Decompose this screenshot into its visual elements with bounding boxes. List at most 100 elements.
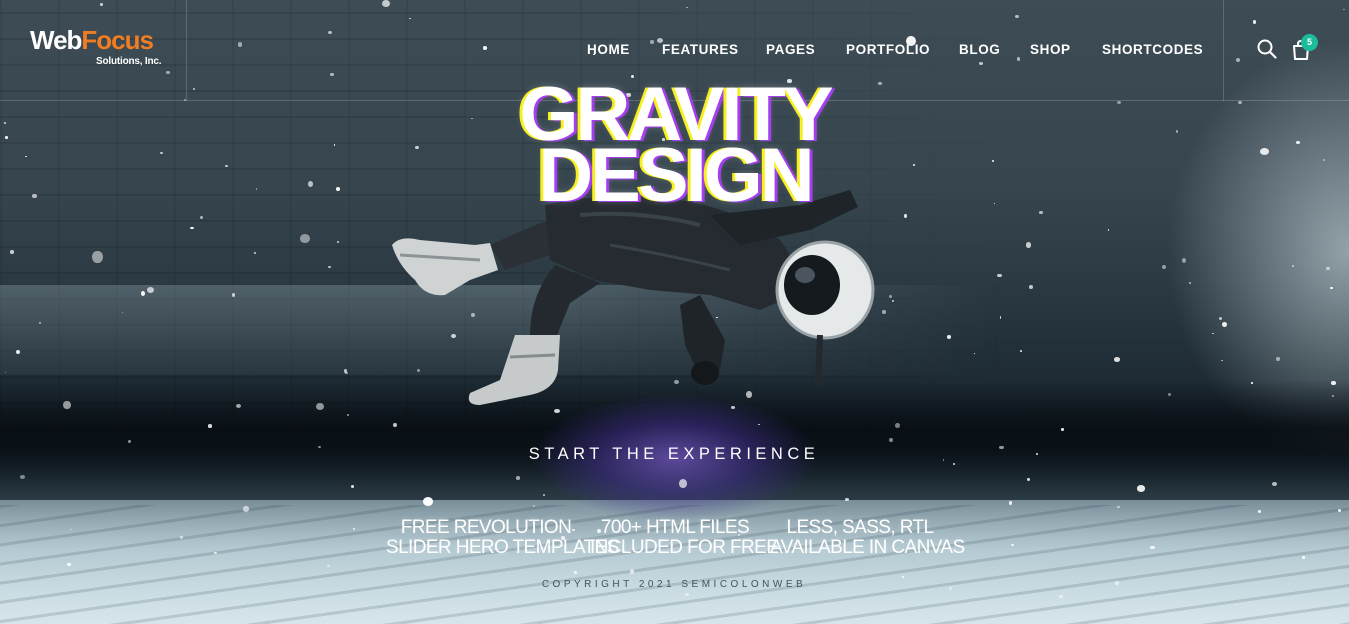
snow-flake: [1059, 594, 1063, 598]
nav-item-blog[interactable]: BLOG: [959, 40, 1030, 60]
snow-flake: [1189, 282, 1191, 284]
snow-flake: [1182, 257, 1187, 263]
snow-flake: [415, 145, 419, 149]
nav-item-home[interactable]: HOME: [587, 40, 662, 60]
snow-flake: [92, 251, 103, 263]
snow-flake: [67, 563, 71, 567]
nav-item-shop[interactable]: SHOP: [1030, 40, 1102, 60]
snow-flake: [1168, 392, 1172, 396]
snow-flake: [845, 498, 850, 502]
snow-flake: [200, 216, 204, 219]
features-row: FREE REVOLUTION SLIDER HERO TEMPLATES 70…: [0, 518, 1349, 563]
hero-title-line2: DESIGN: [538, 133, 814, 218]
snow-flake: [574, 571, 577, 575]
snow-flake: [1220, 359, 1224, 362]
snow-flake: [32, 194, 37, 199]
snow-flake: [351, 485, 354, 489]
snow-flake: [3, 122, 6, 125]
nav-item-pages[interactable]: PAGES: [766, 40, 846, 60]
snow-flake: [141, 290, 146, 296]
snow-flake: [15, 349, 21, 354]
snow-flake: [949, 587, 953, 591]
feature-item: FREE REVOLUTION SLIDER HERO TEMPLATES: [386, 517, 619, 558]
snow-flake: [1272, 481, 1277, 486]
snow-flake: [316, 403, 324, 411]
snow-flake: [1257, 510, 1261, 514]
snow-flake: [318, 445, 322, 449]
snow-flake: [998, 445, 1004, 450]
feature-line1: 700+ HTML FILES: [600, 517, 750, 538]
snow-flake: [423, 497, 434, 506]
snow-flake: [4, 136, 8, 140]
snow-flake: [1325, 267, 1330, 271]
snow-flake: [903, 214, 907, 218]
snow-flake: [1107, 229, 1110, 232]
snow-flake: [912, 163, 916, 166]
astronaut-illustration: [392, 190, 875, 405]
snow-flake: [888, 438, 893, 443]
snow-flake: [1259, 148, 1269, 155]
snow-flake: [327, 564, 330, 568]
snow-flake: [1020, 349, 1023, 352]
snow-flake: [1332, 395, 1334, 397]
brand-logo[interactable]: WebFocus: [30, 25, 154, 55]
snow-flake: [307, 180, 313, 187]
nav-item-features[interactable]: FEATURES: [662, 40, 766, 60]
snow-flake: [1295, 141, 1301, 145]
snow-flake: [1331, 381, 1336, 386]
snow-flake: [190, 226, 194, 230]
snow-flake: [1117, 101, 1121, 105]
logo-text-focus: Focus: [81, 25, 154, 55]
snow-flake: [1212, 332, 1215, 335]
feature-line1: FREE REVOLUTION: [400, 517, 572, 538]
snow-flake: [24, 155, 27, 158]
snow-flake: [973, 352, 976, 355]
nav-item-shortcodes[interactable]: SHORTCODES: [1102, 40, 1212, 60]
snow-flake: [515, 476, 520, 480]
snow-flake: [542, 494, 545, 497]
feature-item: LESS, SASS, RTL AVAILABLE IN CANVAS: [770, 517, 965, 558]
snow-flake: [231, 293, 236, 297]
snow-flake: [1238, 100, 1242, 104]
feature-line1: LESS, SASS, RTL: [786, 517, 935, 538]
snow-flake: [991, 160, 994, 163]
snow-flake: [1338, 509, 1341, 513]
cart-count-badge: 5: [1301, 34, 1318, 51]
snow-flake: [685, 592, 690, 597]
search-button[interactable]: [1256, 38, 1278, 60]
snow-flake: [335, 186, 341, 191]
snow-flake: [1009, 501, 1013, 505]
feature-line2: INCLUDED FOR FREE: [590, 537, 779, 558]
snow-flake: [1026, 477, 1031, 482]
snow-flake: [993, 202, 996, 205]
snow-flake: [1291, 265, 1294, 267]
snow-flake: [1329, 286, 1333, 290]
snow-flake: [679, 479, 688, 488]
snow-flake: [1039, 211, 1043, 214]
snow-flake: [1028, 284, 1033, 290]
search-icon: [1257, 39, 1277, 59]
header-divider: [1223, 0, 1224, 101]
snow-flake: [393, 422, 397, 427]
snow-flake: [207, 424, 213, 428]
snow-flake: [1175, 130, 1179, 133]
logo-tagline: Solutions, Inc.: [96, 56, 162, 67]
logo-container: WebFocus Solutions, Inc.: [0, 0, 187, 101]
snow-flake: [38, 322, 41, 325]
snow-flake: [1276, 357, 1280, 361]
snow-flake: [1323, 158, 1325, 161]
snow-flake: [999, 316, 1002, 319]
snow-flake: [997, 273, 1002, 277]
feature-line2: AVAILABLE IN CANVAS: [770, 537, 965, 558]
feature-item: 700+ HTML FILES INCLUDED FOR FREE: [590, 517, 779, 558]
snow-flake: [1136, 484, 1146, 492]
snow-flake: [758, 423, 761, 425]
snow-flake: [63, 400, 72, 410]
snow-flake: [1115, 580, 1119, 585]
snow-flake: [255, 188, 258, 190]
snow-flake: [1117, 505, 1120, 509]
start-experience-button[interactable]: START THE EXPERIENCE: [474, 445, 874, 464]
nav-item-portfolio[interactable]: PORTFOLIO: [846, 40, 959, 60]
snow-flake: [533, 504, 536, 507]
snow-flake: [1221, 322, 1227, 328]
